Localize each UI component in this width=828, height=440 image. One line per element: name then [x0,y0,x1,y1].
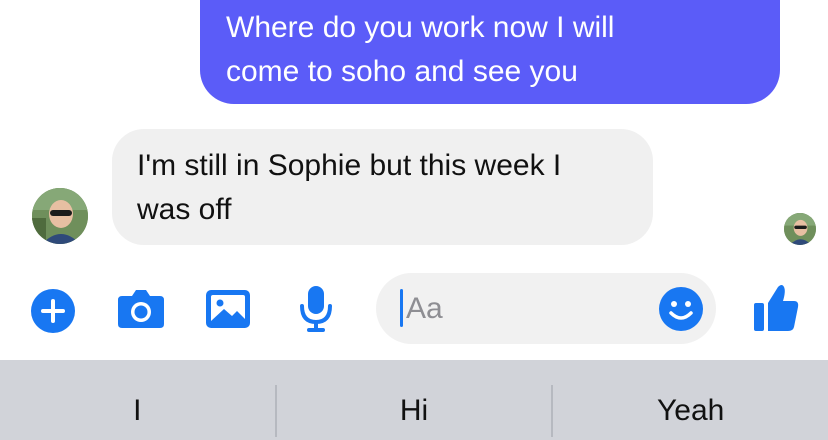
incoming-message-bubble[interactable]: I'm still in Sophie but this week I was … [112,129,653,245]
message-input-placeholder: Aa [406,292,443,325]
outgoing-message-line: Where do you work now I will [226,11,615,44]
text-cursor [400,289,403,327]
like-icon[interactable] [752,283,800,333]
plus-icon[interactable] [30,288,76,334]
messenger-conversation: Where do you work now I will come to soh… [0,0,828,440]
suggestion-item[interactable]: Yeah [553,360,828,440]
camera-icon[interactable] [116,288,166,330]
keyboard-suggestion-bar: I Hi Yeah [0,360,828,440]
smiley-icon[interactable] [658,286,704,332]
photo-icon[interactable] [205,288,251,330]
outgoing-message-bubble[interactable]: Where do you work now I will come to soh… [200,0,780,104]
outgoing-message-line: come to soho and see you [226,55,578,88]
mic-icon[interactable] [298,284,334,334]
seen-receipt-avatar [784,213,816,245]
contact-avatar[interactable] [32,188,88,244]
suggestion-item[interactable]: I [0,360,275,440]
incoming-message-line: was off [137,193,232,226]
suggestion-item[interactable]: Hi [277,360,552,440]
incoming-message-line: I'm still in Sophie but this week I [137,149,562,182]
